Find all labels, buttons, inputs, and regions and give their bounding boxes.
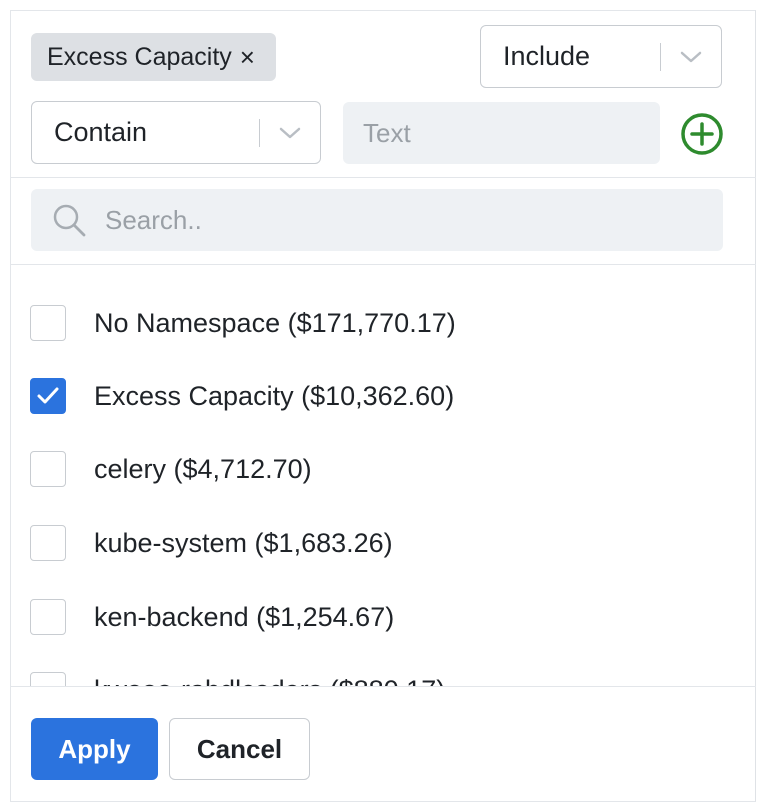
- checkbox[interactable]: [30, 599, 66, 635]
- list-item-label: kube-system ($1,683.26): [94, 527, 393, 558]
- checkmark-icon: [37, 387, 59, 404]
- checkbox[interactable]: [30, 378, 66, 414]
- selected-filter-chip: Excess Capacity ×: [31, 33, 276, 81]
- chip-label: Excess Capacity: [47, 42, 232, 71]
- chevron-down-icon: [260, 126, 320, 140]
- search-icon: [51, 202, 87, 238]
- list-item[interactable]: Excess Capacity ($10,362.60): [30, 376, 454, 416]
- section-divider: [10, 177, 756, 178]
- checkbox[interactable]: [30, 305, 66, 341]
- list-item-label: No Namespace ($171,770.17): [94, 307, 456, 338]
- operator-select-value: Contain: [54, 117, 148, 147]
- chevron-down-icon: [661, 50, 721, 64]
- close-icon[interactable]: ×: [240, 44, 255, 70]
- search-box[interactable]: [31, 189, 723, 251]
- section-divider: [10, 686, 756, 687]
- mode-select[interactable]: Include: [480, 25, 722, 88]
- list-item-label: kwooo-rabdlcoders ($880.17): [94, 675, 445, 687]
- list-item[interactable]: kube-system ($1,683.26): [30, 523, 393, 563]
- list-item[interactable]: celery ($4,712.70): [30, 449, 312, 489]
- list-item[interactable]: kwooo-rabdlcoders ($880.17): [30, 670, 445, 686]
- filter-text-input[interactable]: [343, 102, 660, 164]
- namespace-list: No Namespace ($171,770.17) Excess Capaci…: [10, 265, 756, 686]
- list-item-label: celery ($4,712.70): [94, 453, 312, 484]
- search-input[interactable]: [105, 204, 723, 236]
- list-item[interactable]: No Namespace ($171,770.17): [30, 303, 456, 343]
- cancel-button[interactable]: Cancel: [169, 718, 310, 780]
- plus-circle-icon[interactable]: [680, 112, 724, 156]
- mode-select-value: Include: [503, 41, 591, 71]
- checkbox[interactable]: [30, 525, 66, 561]
- checkbox[interactable]: [30, 451, 66, 487]
- apply-button[interactable]: Apply: [31, 718, 158, 780]
- checkbox[interactable]: [30, 672, 66, 686]
- operator-select[interactable]: Contain: [31, 101, 321, 164]
- list-item-label: Excess Capacity ($10,362.60): [94, 380, 455, 411]
- list-item-label: ken-backend ($1,254.67): [94, 601, 395, 632]
- list-item[interactable]: ken-backend ($1,254.67): [30, 597, 394, 637]
